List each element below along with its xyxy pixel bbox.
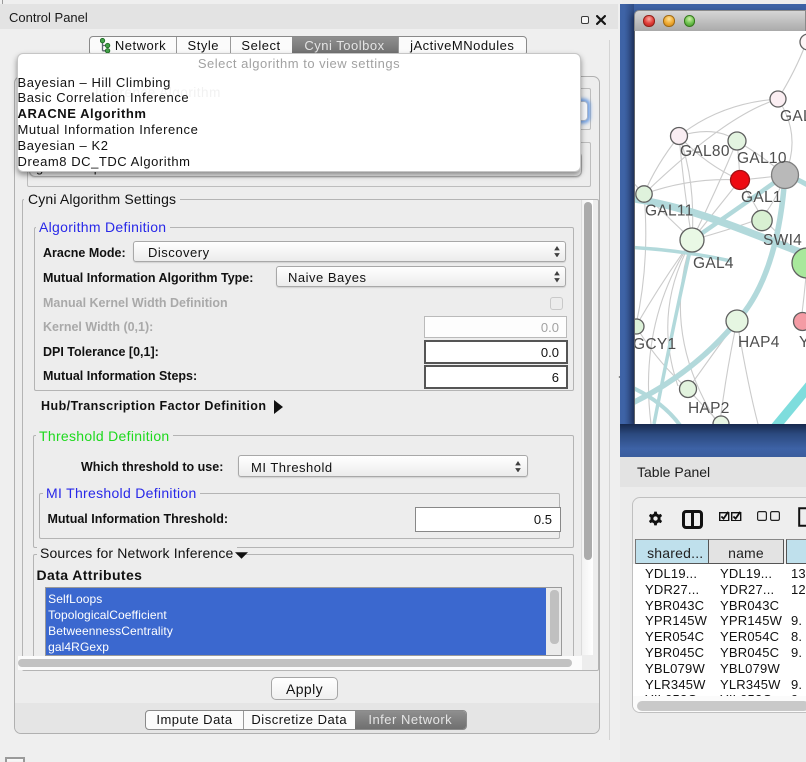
svg-text:GAL1: GAL1 — [741, 189, 782, 206]
svg-text:HAP4: HAP4 — [738, 334, 780, 351]
svg-text:GCY1: GCY1 — [635, 336, 676, 353]
svg-text:GAL80: GAL80 — [680, 143, 730, 160]
svg-text:HAP2: HAP2 — [688, 400, 730, 417]
svg-text:SWI4: SWI4 — [763, 232, 802, 249]
svg-text:GAL11: GAL11 — [645, 203, 694, 220]
svg-text:GAL: GAL — [780, 108, 806, 125]
svg-text:Y: Y — [799, 334, 806, 351]
svg-text:GAL10: GAL10 — [737, 150, 787, 167]
svg-text:GAL4: GAL4 — [693, 255, 734, 272]
